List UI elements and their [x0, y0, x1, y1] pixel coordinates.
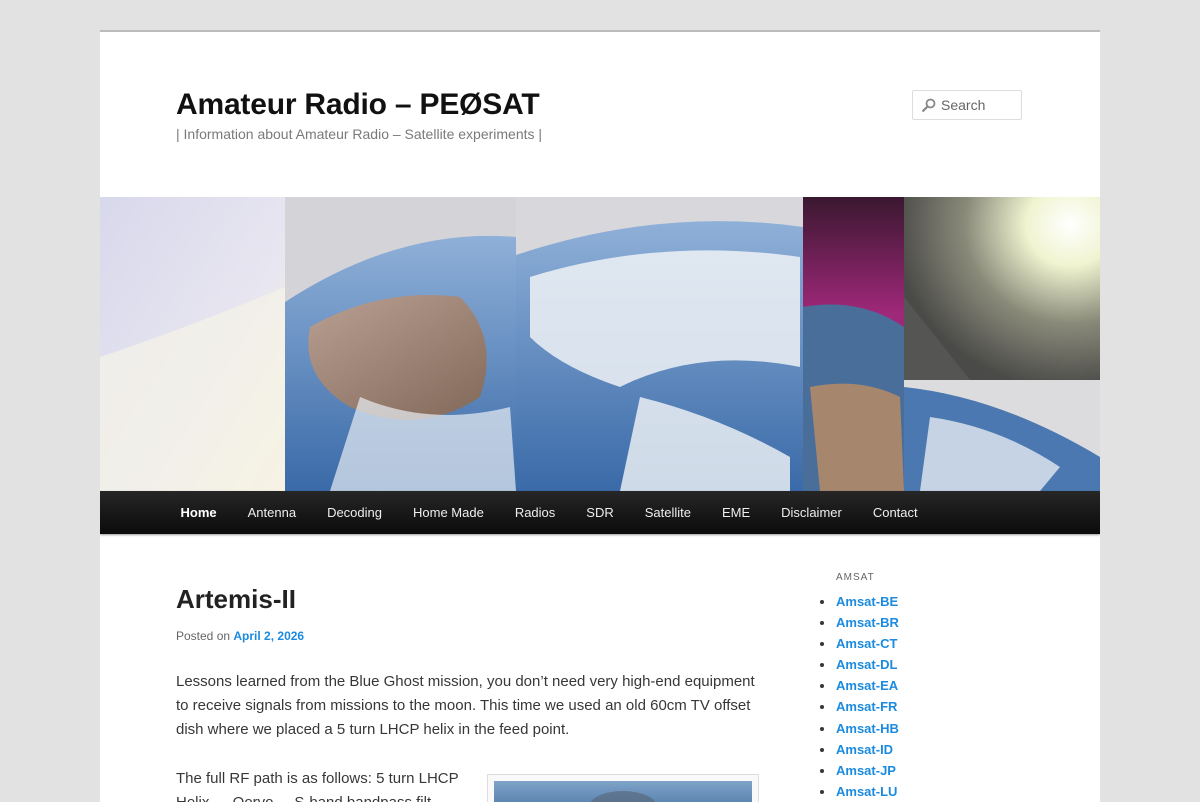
site-description: | Information about Amateur Radio – Sate… [176, 126, 543, 142]
header-banner-image[interactable] [100, 197, 1100, 491]
nav-item-sdr[interactable]: SDR [571, 491, 629, 534]
nav-item-eme[interactable]: EME [706, 491, 765, 534]
posted-on-label: Posted on [176, 629, 231, 643]
page: Amateur Radio – PEØSAT | Information abo… [100, 30, 1100, 802]
nav-item-satellite[interactable]: Satellite [629, 491, 706, 534]
nav-item-antenna[interactable]: Antenna [232, 491, 311, 534]
sidebar-link-amsat-ct[interactable]: Amsat-CT [820, 633, 899, 654]
sidebar-link-amsat-id[interactable]: Amsat-ID [820, 739, 899, 760]
sidebar-link-amsat-fr[interactable]: Amsat-FR [820, 696, 899, 717]
sidebar-link-amsat-br[interactable]: Amsat-BR [820, 612, 899, 633]
magnifier-icon [922, 98, 936, 112]
search-input[interactable] [939, 91, 1023, 119]
sidebar-widget-title: AMSAT [836, 572, 875, 583]
sidebar-link-amsat-dl[interactable]: Amsat-DL [820, 654, 899, 675]
post-title[interactable]: Artemis-II [176, 584, 296, 615]
sidebar-link-amsat-ea[interactable]: Amsat-EA [820, 675, 899, 696]
site-title[interactable]: Amateur Radio – PEØSAT [176, 88, 540, 122]
nav-item-contact[interactable]: Contact [857, 491, 933, 534]
nav-item-decoding[interactable]: Decoding [312, 491, 398, 534]
sidebar-link-amsat-hb[interactable]: Amsat-HB [820, 718, 899, 739]
sidebar-link-amsat-be[interactable]: Amsat-BE [820, 591, 899, 612]
post-paragraph: Lessons learned from the Blue Ghost miss… [176, 673, 755, 738]
earth-collage-image [100, 197, 1100, 491]
post-paragraph: The full RF path is as follows: 5 turn L… [176, 770, 459, 802]
main-navigation: Home Antenna Decoding Home Made Radios S… [100, 491, 1100, 534]
post-meta: Posted on April 2, 2026 [176, 629, 304, 643]
post-date-link[interactable]: April 2, 2026 [233, 629, 304, 643]
sidebar-link-amsat-jp[interactable]: Amsat-JP [820, 760, 899, 781]
sidebar-link-amsat-lu[interactable]: Amsat-LU [820, 781, 899, 802]
nav-item-radios[interactable]: Radios [499, 491, 570, 534]
nav-item-home-made[interactable]: Home Made [398, 491, 500, 534]
post-image-frame[interactable] [487, 774, 759, 802]
nav-item-disclaimer[interactable]: Disclaimer [766, 491, 858, 534]
search-box[interactable] [912, 90, 1023, 120]
amsat-link-list: Amsat-BE Amsat-BR Amsat-CT Amsat-DL Amsa… [820, 591, 899, 802]
post-image [494, 781, 752, 802]
nav-item-home[interactable]: Home [165, 491, 232, 534]
